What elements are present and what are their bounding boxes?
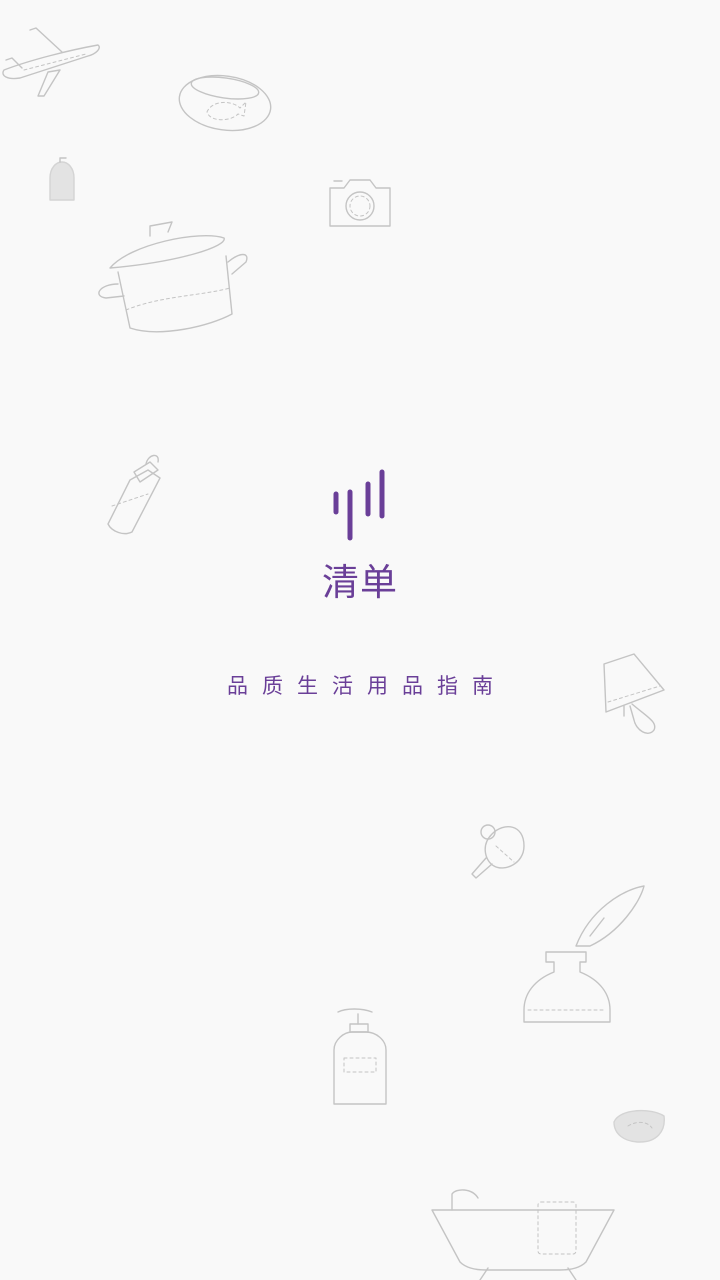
app-name: 清单 (322, 561, 398, 604)
soap-dispenser-icon (49, 157, 75, 201)
pet-bowl-icon (178, 74, 272, 132)
camera-icon (329, 179, 391, 227)
bathtub-icon (431, 1189, 615, 1280)
lotion-bottle-icon (333, 1008, 387, 1105)
tagline: 品质生活用品指南 (227, 674, 507, 698)
small-bowl-icon (613, 1109, 665, 1143)
sound-bars-logo (333, 469, 385, 541)
background-doodles (2, 27, 665, 1280)
ping-pong-paddle-icon (471, 824, 525, 879)
cooking-pot-icon (98, 221, 248, 333)
airplane-icon (2, 27, 100, 97)
ink-bottle-feather-icon (523, 885, 645, 1023)
baby-bottle-icon (107, 454, 161, 535)
